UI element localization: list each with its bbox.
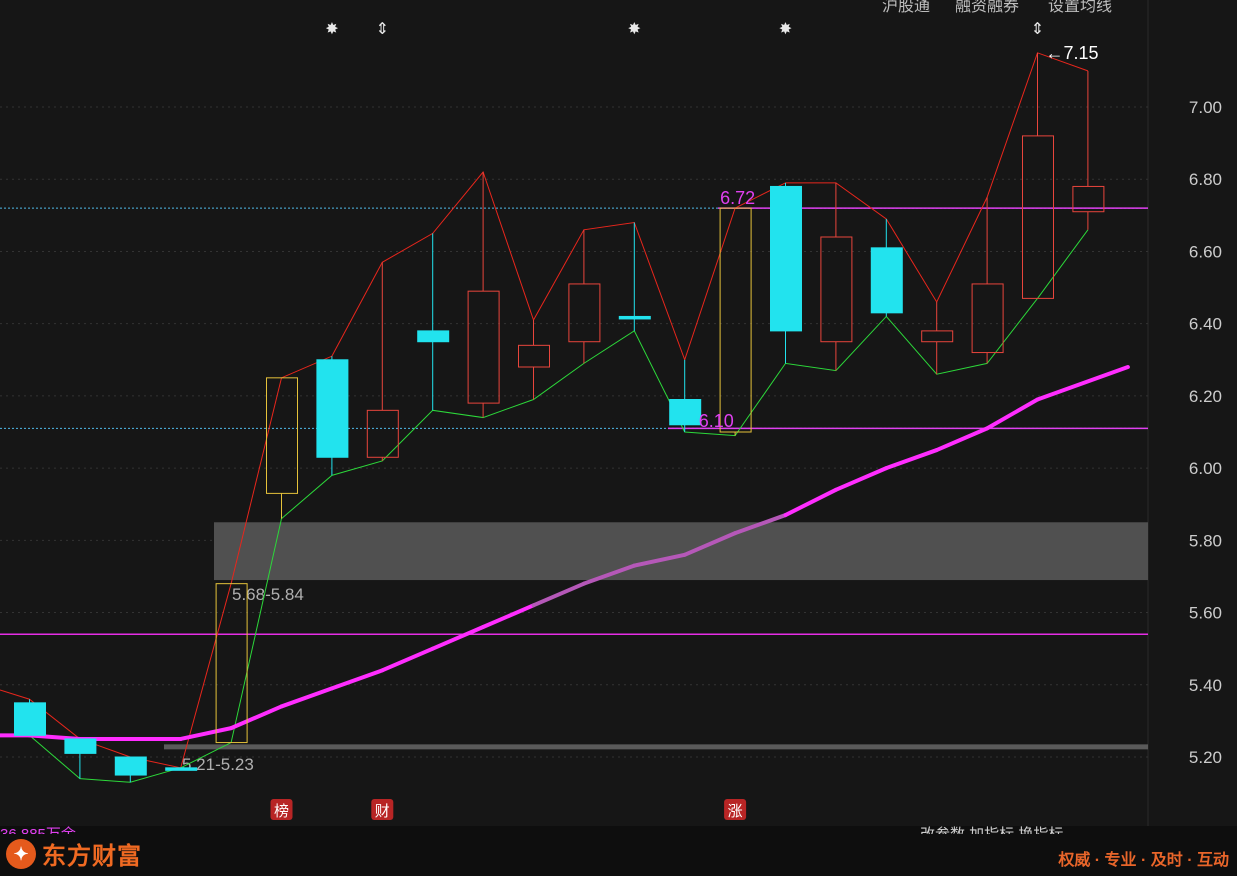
event-marker-icon[interactable]: ✸ [779, 19, 792, 38]
set-ma-link[interactable]: 设置均线 [1048, 0, 1112, 16]
candle-body[interactable] [870, 247, 903, 314]
low-envelope-line [0, 229, 1089, 783]
zone-label: 5.21-5.23 [182, 755, 254, 774]
moving-average-segment [178, 726, 234, 741]
price-annotation: ←7.15 [1046, 43, 1099, 63]
event-badge-label: 榜 [274, 802, 289, 820]
event-badge-label: 财 [375, 802, 390, 820]
y-tick-label: 6.00 [1189, 459, 1222, 478]
moving-average-segment [934, 426, 990, 453]
candle-body[interactable] [165, 767, 198, 771]
y-tick-label: 5.40 [1189, 676, 1222, 695]
y-tick-label: 6.20 [1189, 387, 1222, 406]
candle-body[interactable] [669, 399, 702, 426]
moving-average-segment [279, 686, 334, 709]
y-tick-label: 5.20 [1189, 748, 1222, 767]
candle-body[interactable] [467, 290, 500, 404]
candle-body[interactable] [770, 185, 802, 332]
candle-body[interactable] [719, 207, 752, 433]
price-annotation: 6.10 [699, 411, 734, 431]
price-zone [164, 744, 1148, 750]
event-marker-icon[interactable]: ✸ [325, 19, 338, 38]
price-zone [214, 522, 1148, 581]
candle-body[interactable] [64, 738, 97, 754]
candle-body[interactable] [1022, 135, 1054, 299]
moving-average-segment [531, 581, 586, 608]
y-tick-label: 5.60 [1189, 604, 1222, 623]
moving-average-segment [833, 466, 889, 492]
price-annotation: 6.72 [720, 188, 755, 208]
brand-name: 东方财富 [42, 843, 142, 870]
moving-average-segment [1035, 365, 1130, 402]
moving-average-segment [329, 668, 385, 691]
brand-logo-icon: ✦ [6, 838, 36, 869]
candle-body[interactable] [820, 236, 853, 343]
y-tick-label: 7.00 [1189, 98, 1222, 117]
y-tick-label: 5.80 [1189, 531, 1222, 550]
candle-body[interactable] [618, 315, 651, 320]
candle-body[interactable] [366, 409, 399, 458]
high-envelope-line [0, 52, 1089, 769]
moving-average-segment [884, 448, 939, 471]
y-tick-label: 6.80 [1189, 170, 1222, 189]
volume-summary-text: 36.885万余 [0, 826, 76, 834]
zone-label: 5.68-5.84 [232, 585, 304, 604]
candle-body[interactable] [215, 583, 248, 744]
candle-body[interactable] [114, 756, 147, 776]
candle-body[interactable] [316, 359, 349, 458]
y-tick-label: 6.40 [1189, 315, 1222, 334]
candle-body[interactable] [266, 377, 298, 494]
moving-average-segment [27, 733, 82, 741]
event-badge-label: 涨 [728, 802, 743, 820]
candle-body[interactable] [518, 344, 550, 368]
brand: ✦ 东方财富 [6, 836, 142, 871]
candle-body[interactable] [568, 283, 601, 343]
moving-average-segment [985, 397, 1040, 431]
hk-connect-link[interactable]: 沪股通 [882, 0, 930, 16]
margin-trading-link[interactable]: 融资融券 [955, 0, 1019, 16]
moving-average-segment [783, 487, 838, 518]
candle-body[interactable] [921, 330, 954, 343]
indicator-controls[interactable]: 改参数 加指标 换指标 [920, 826, 1063, 834]
brand-slogan: 权威 · 专业 · 及时 · 互动 [1058, 852, 1229, 869]
event-marker-icon[interactable]: ✸ [628, 19, 641, 38]
moving-average-segment [481, 603, 536, 629]
candle-body[interactable] [971, 283, 1004, 354]
candle-body[interactable] [417, 330, 450, 343]
event-marker-icon[interactable]: ⇕ [1031, 19, 1044, 38]
candle-body[interactable] [14, 702, 46, 736]
moving-average-segment [430, 625, 486, 651]
event-marker-icon[interactable]: ⇕ [376, 19, 389, 38]
candlestick-chart[interactable]: 7.00 6.80 6.60 6.40 6.20 6.00 5.80 5.60 5.40 5.20… [0, 0, 1237, 826]
y-tick-label: 6.60 [1189, 242, 1222, 261]
moving-average-segment [380, 646, 435, 673]
